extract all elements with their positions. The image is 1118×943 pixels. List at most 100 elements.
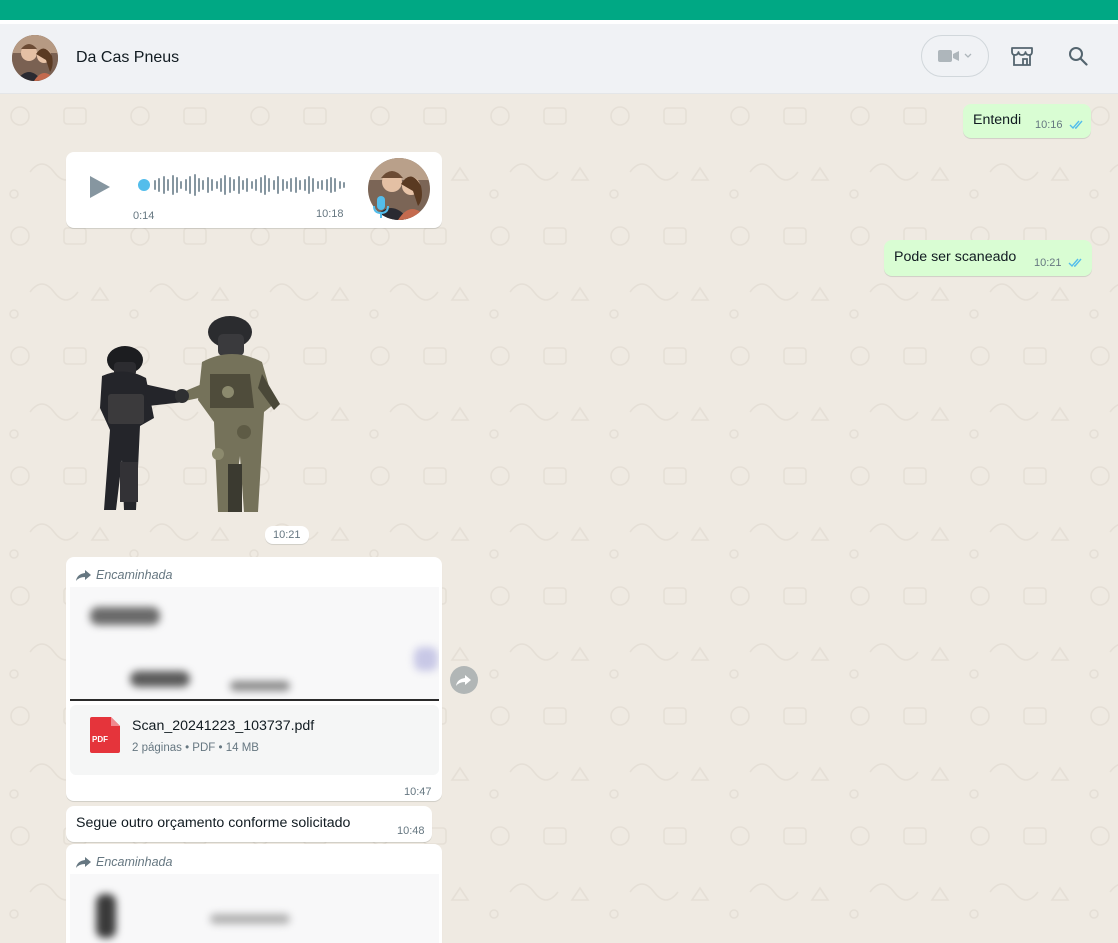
waveform-bar	[228, 177, 231, 193]
chat-header[interactable]: Da Cas Pneus	[0, 24, 1118, 94]
message-time: 10:21	[1034, 257, 1062, 269]
blurred-preview-content	[130, 671, 190, 687]
message-time: 10:48	[397, 825, 425, 837]
forward-arrow-icon	[456, 674, 471, 686]
waveform-bar	[312, 178, 315, 192]
catalog-store-icon	[1011, 47, 1033, 66]
sticker-soldier-left	[100, 346, 184, 510]
play-icon[interactable]	[88, 174, 112, 200]
waveform-bar	[316, 181, 319, 189]
waveform-bar	[242, 180, 244, 190]
message-outgoing[interactable]: Pode ser scaneado 10:21	[884, 240, 1092, 276]
waveform-bar	[272, 180, 275, 190]
waveform-bar	[338, 181, 341, 189]
waveform-bar	[198, 178, 200, 192]
forwarded-text: Encaminhada	[96, 855, 173, 869]
waveform-bar	[167, 179, 170, 191]
document-preview[interactable]	[70, 874, 439, 943]
blurred-preview-content	[414, 647, 438, 671]
read-receipt-icon	[1068, 258, 1082, 268]
app-top-bar	[0, 0, 1118, 20]
waveform-bar	[343, 182, 346, 188]
read-receipt-icon	[1069, 120, 1083, 130]
waveform-bar	[281, 179, 284, 191]
waveform-bar	[180, 181, 183, 189]
waveform-bar	[215, 181, 218, 189]
waveform-bar	[264, 175, 266, 195]
sticker-soldier-right	[178, 316, 280, 512]
waveform-bar	[330, 177, 332, 193]
message-time: 10:16	[1035, 119, 1063, 131]
waveform-bar	[246, 178, 249, 192]
document-message[interactable]: Encaminhada PDF Scan_20241223_103737.pdf…	[66, 557, 442, 801]
catalog-button[interactable]	[1005, 39, 1039, 73]
message-meta: 10:21	[1034, 257, 1084, 269]
microphone-icon	[373, 196, 389, 218]
waveform-bar	[171, 175, 174, 195]
waveform-bar	[211, 179, 214, 191]
document-file-name: Scan_20241223_103737.pdf	[132, 718, 315, 734]
waveform-bar	[189, 176, 192, 194]
forwarded-text: Encaminhada	[96, 568, 173, 582]
waveform-bar	[250, 181, 253, 189]
avatar-photo	[12, 35, 58, 81]
waveform-bar	[286, 181, 288, 189]
voice-waveform[interactable]	[138, 174, 348, 196]
blurred-preview-content	[90, 607, 160, 625]
waveform-bar	[299, 180, 302, 190]
sticker-time: 10:21	[265, 526, 309, 544]
waveform-bar	[206, 177, 209, 193]
waveform-bar	[259, 177, 262, 193]
waveform-bar	[202, 180, 205, 190]
waveform-bar	[184, 179, 187, 191]
forward-share-button[interactable]	[450, 666, 478, 694]
waveform-bar	[193, 174, 196, 196]
forward-arrow-icon	[76, 857, 91, 868]
forwarded-label: Encaminhada	[76, 855, 172, 869]
message-meta: 10:16	[1035, 119, 1085, 131]
document-file-card[interactable]: PDF Scan_20241223_103737.pdf 2 páginas •…	[70, 705, 439, 775]
forward-arrow-icon	[76, 570, 91, 581]
voice-message[interactable]: 0:14 10:18	[66, 152, 442, 228]
waveform-bar	[154, 180, 156, 190]
waveform-bar	[233, 179, 236, 191]
sticker-image[interactable]	[90, 314, 300, 519]
search-button[interactable]	[1061, 39, 1095, 73]
conversation-panel[interactable]: Entendi 10:16 0:14 10:18 Pode ser scanea…	[0, 94, 1118, 943]
waveform-bar	[237, 176, 240, 194]
message-incoming[interactable]: Segue outro orçamento conforme solicitad…	[66, 806, 432, 842]
waveform-bar	[277, 176, 280, 194]
preview-divider	[70, 699, 439, 701]
waveform-bar	[303, 179, 306, 191]
waveform-bar	[308, 176, 310, 194]
chevron-down-icon	[964, 53, 972, 58]
message-time: 10:47	[404, 786, 432, 798]
waveform-bar	[220, 178, 222, 192]
waveform-bar	[294, 177, 297, 193]
search-icon	[1069, 47, 1088, 66]
waveform-bar	[321, 180, 324, 190]
message-text: Pode ser scaneado	[894, 249, 1017, 265]
document-message[interactable]: Encaminhada	[66, 844, 442, 943]
voice-duration: 0:14	[133, 210, 155, 222]
waveform-bar	[334, 178, 337, 192]
document-preview[interactable]	[70, 587, 439, 701]
message-text: Entendi	[973, 112, 1022, 128]
playback-scrubber[interactable]	[138, 179, 150, 191]
message-time: 10:18	[316, 208, 344, 220]
video-call-icon	[938, 50, 959, 62]
waveform-bar	[268, 178, 271, 192]
document-file-info: 2 páginas • PDF • 14 MB	[132, 742, 259, 754]
waveform-bar	[158, 178, 161, 192]
waveform-bar	[290, 178, 293, 192]
contact-avatar[interactable]	[12, 35, 58, 81]
video-call-button[interactable]	[921, 35, 989, 77]
waveform-bar	[162, 176, 165, 194]
waveform-bar	[325, 179, 328, 191]
waveform-bar	[255, 179, 258, 191]
waveform-bar	[224, 175, 227, 195]
contact-name[interactable]: Da Cas Pneus	[76, 49, 179, 67]
message-outgoing[interactable]: Entendi 10:16	[963, 104, 1091, 138]
blurred-preview-content	[230, 681, 290, 691]
blurred-preview-content	[96, 894, 116, 938]
